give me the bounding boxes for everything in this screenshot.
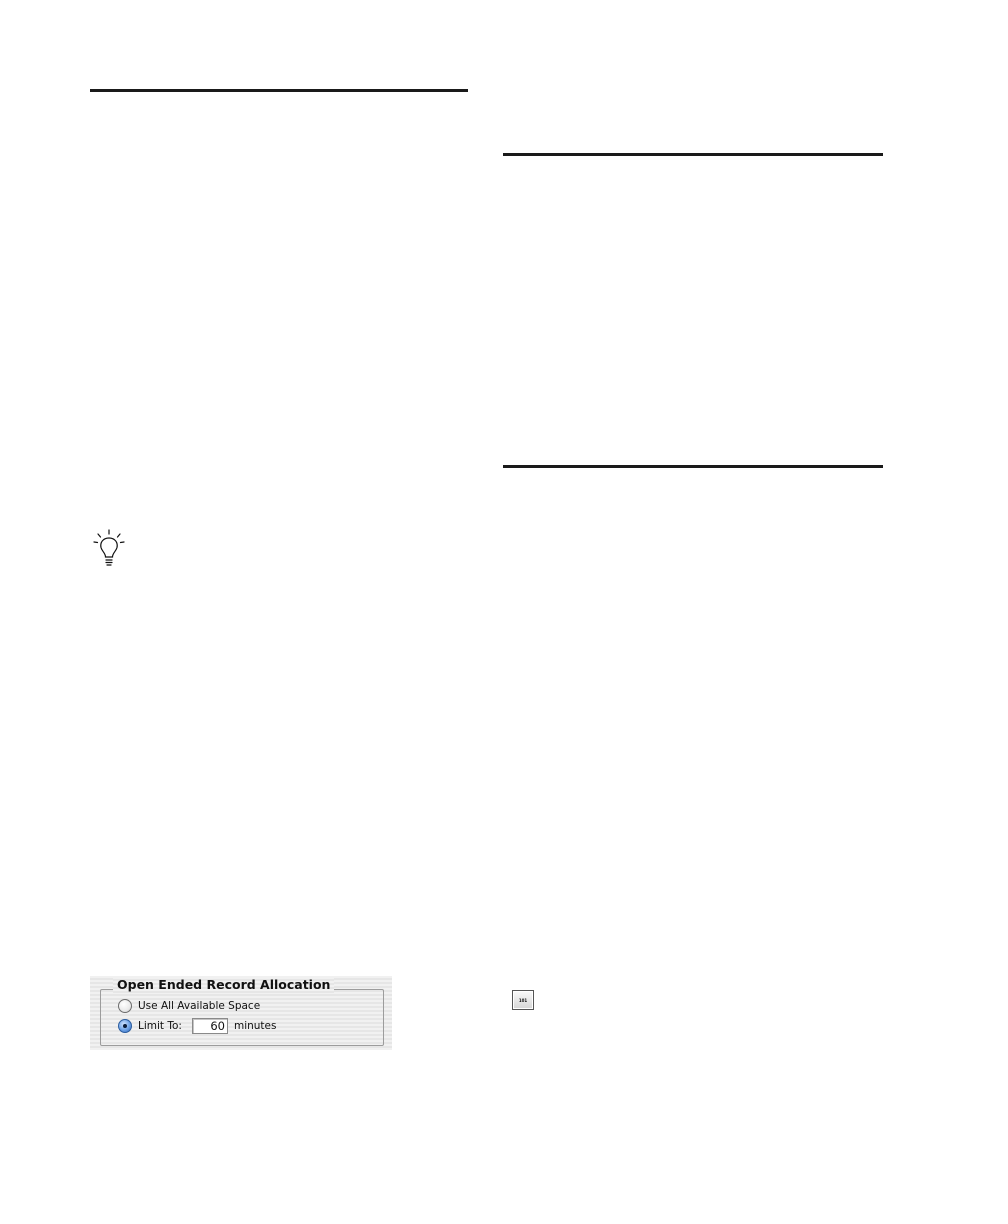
section-rule-right-bottom [503,465,883,468]
small-toolbar-button-label: 101 [518,997,528,1003]
limit-unit-label: minutes [233,1020,277,1032]
use-all-space-option[interactable]: Use All Available Space [118,998,260,1014]
section-rule-left [90,89,468,92]
use-all-space-label: Use All Available Space [138,1000,261,1012]
limit-to-label: Limit To: [138,1020,182,1032]
limit-to-radio[interactable] [118,1019,132,1033]
radio-selected-dot [123,1024,127,1028]
section-rule-right-top [503,153,883,156]
small-toolbar-button[interactable]: 101 [512,990,534,1010]
limit-minutes-input[interactable]: 60 [191,1018,228,1034]
limit-to-option[interactable]: Limit To: 60 minutes [118,1018,276,1034]
use-all-space-radio[interactable] [118,999,132,1013]
open-ended-record-allocation-panel: Open Ended Record Allocation Use All Ava… [90,976,392,1050]
record-allocation-title: Open Ended Record Allocation [113,977,335,993]
lightbulb-icon [93,529,125,566]
